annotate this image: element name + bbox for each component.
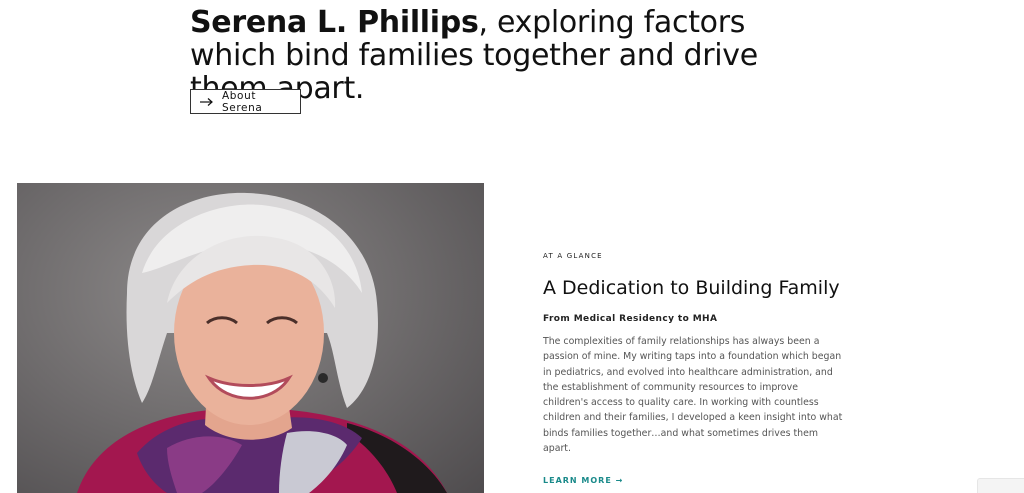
learn-more-link[interactable]: LEARN MORE →	[543, 476, 623, 485]
section-title: A Dedication to Building Family	[543, 277, 840, 299]
author-portrait-photo	[17, 183, 484, 493]
about-serena-label: About Serena	[222, 89, 263, 114]
section-body: The complexities of family relationships…	[543, 336, 843, 455]
portrait-illustration	[77, 192, 447, 493]
arrow-right-icon	[200, 97, 214, 107]
at-a-glance-section: AT A GLANCE A Dedication to Building Fam…	[543, 252, 843, 487]
corner-badge[interactable]	[977, 478, 1024, 493]
author-name: Serena L. Phillips	[190, 5, 479, 40]
section-subtitle: From Medical Residency to MHA	[543, 314, 718, 324]
section-eyebrow: AT A GLANCE	[543, 252, 603, 260]
about-serena-button[interactable]: About Serena	[190, 89, 301, 114]
